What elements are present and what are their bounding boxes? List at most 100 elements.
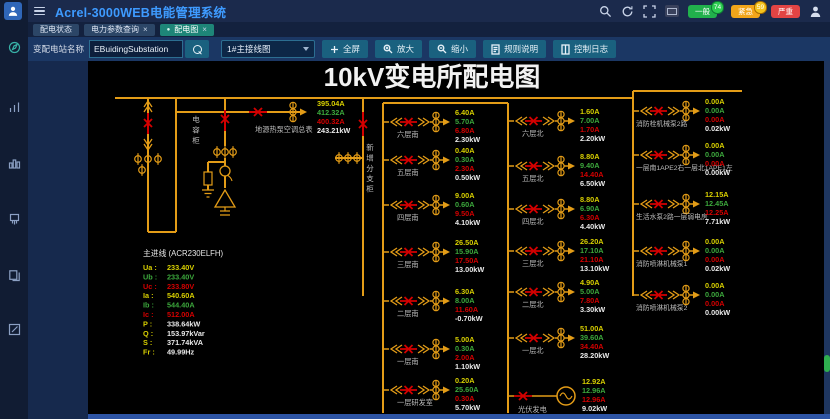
sidebar-item-documents[interactable] — [7, 268, 22, 283]
diagram-select[interactable]: 1#主接线图 — [221, 40, 315, 58]
branch-value: 0.00A — [705, 141, 725, 150]
tab-distribution-diagram[interactable]: ● 配电图 × — [160, 24, 214, 36]
ct-symbol — [220, 166, 230, 176]
control-log-button[interactable]: 控制日志 — [553, 40, 616, 58]
branch-value: 13.10kW — [580, 264, 609, 273]
branch-value: 34.40A — [580, 342, 604, 351]
isolator-chevrons-icon — [668, 107, 679, 115]
ct-symbol — [227, 175, 232, 181]
new-branch-label: 支 — [366, 173, 374, 183]
tab-label: 电力参数查询 — [91, 24, 139, 35]
meter-row-label: Ib : — [143, 301, 154, 310]
sidebar-item-device[interactable] — [7, 212, 22, 227]
branch-value: 2.30A — [455, 164, 475, 173]
flow-arrow-icon — [568, 248, 575, 255]
vertical-scrollbar-thumb[interactable] — [824, 355, 830, 372]
branch-value: 9.50A — [455, 209, 475, 218]
meter-row-label: Q : — [143, 329, 153, 338]
alarm-label: 紧急 — [738, 6, 753, 17]
branch-value: 0.00A — [705, 299, 725, 308]
rules-description-button[interactable]: 规则说明 — [483, 40, 546, 58]
fullscreen-icon[interactable] — [643, 5, 656, 18]
branch-value: 0.00kW — [705, 168, 730, 177]
zoom-out-icon — [437, 44, 447, 54]
horizontal-scrollbar[interactable] — [88, 414, 830, 419]
branch-value: 0.00A — [705, 281, 725, 290]
ground-symbol — [202, 190, 214, 197]
isolator-chevrons-icon — [418, 297, 429, 305]
station-search-button[interactable] — [185, 40, 209, 58]
meter-row-value: 233.40V — [167, 272, 194, 281]
branch-value: 26.20A — [580, 237, 604, 246]
diagram-title: 10kV变电所配电图 — [324, 62, 541, 92]
menu-toggle-icon[interactable] — [34, 7, 45, 16]
branch-value: 28.20kW — [580, 351, 609, 360]
meter-row-value: 371.74kVA — [167, 338, 204, 347]
flow-arrow-icon — [300, 109, 307, 116]
meter-row-label: Ia : — [143, 291, 154, 300]
branch-value: 1.10kW — [455, 362, 480, 371]
sidebar-item-analytics[interactable] — [7, 156, 22, 171]
active-dot-icon: ● — [167, 27, 171, 33]
left-sidebar — [0, 0, 28, 419]
alarm-level-urgent[interactable]: 紧急 59 — [731, 5, 760, 18]
branch-value: 0.60A — [455, 200, 475, 209]
sidebar-item-bar-chart[interactable] — [7, 100, 22, 115]
branch-value: 0.50kW — [455, 173, 480, 182]
avatar[interactable] — [4, 2, 22, 20]
alarm-label: 一般 — [695, 6, 710, 17]
branch-label: 四层南 — [397, 213, 419, 222]
tab-power-parameter-query[interactable]: 电力参数查询 × — [84, 24, 155, 36]
branch-value: 7.00A — [580, 116, 600, 125]
branch-value: 6.90A — [580, 204, 600, 213]
branch-value: 17.10A — [580, 246, 604, 255]
alarm-label: 严重 — [778, 6, 793, 17]
close-icon[interactable]: × — [202, 25, 207, 34]
isolator-chevrons-icon — [543, 334, 554, 342]
top-navbar: Acrel-3000WEB电能管理系统 一般 74 紧急 59 严重 — [0, 0, 830, 22]
panel-icon[interactable] — [665, 5, 679, 17]
meter-row-label: S : — [143, 338, 152, 347]
meter-row-label: Ua : — [143, 263, 157, 272]
branch-value: 4.40kW — [580, 222, 605, 231]
meter-row-label: P : — [143, 319, 152, 328]
tab-bar: 配电状态 电力参数查询 × ● 配电图 × — [28, 22, 830, 37]
flow-arrow-icon — [568, 289, 575, 296]
branch-label: 三层南 — [397, 260, 419, 269]
fullscreen-button[interactable]: 全屏 — [322, 40, 368, 58]
branch-value: 21.10A — [580, 255, 604, 264]
branch-value: 5.70A — [455, 117, 475, 126]
flow-arrow-icon — [443, 298, 450, 305]
diagram-toolbar: 变配电站名称 1#主接线图 全屏 放大 缩小 规则说明 控制日志 — [28, 37, 830, 61]
branch-value: 0.00A — [705, 115, 725, 124]
button-label: 放大 — [397, 43, 414, 55]
sidebar-item-edit[interactable] — [7, 322, 22, 337]
branch-value: 8.80A — [580, 152, 600, 161]
branch-value: 0.00A — [705, 150, 725, 159]
search-icon[interactable] — [599, 5, 612, 18]
tab-distribution-status[interactable]: 配电状态 — [33, 24, 79, 36]
meter-row-label: Ub : — [143, 272, 157, 281]
branch-value: 17.50A — [455, 256, 479, 265]
branch-label: 四层北 — [522, 217, 544, 226]
chevron-down-icon — [303, 47, 309, 51]
branch-value: 0.30A — [455, 394, 475, 403]
alarm-level-severe[interactable]: 严重 — [771, 5, 800, 18]
meter-row-label: Fr : — [143, 348, 155, 357]
zoom-out-button[interactable]: 缩小 — [429, 40, 476, 58]
close-icon[interactable]: × — [143, 25, 148, 34]
single-line-diagram-canvas[interactable]: 10kV变电所配电图电容柜地源热泵空调总表395.04A412.32A400.3… — [88, 61, 824, 414]
refresh-icon[interactable] — [621, 5, 634, 18]
flow-arrow-icon — [443, 387, 450, 394]
user-icon[interactable] — [809, 5, 822, 18]
sidebar-item-monitor[interactable] — [7, 40, 22, 55]
branch-value: 51.00A — [580, 324, 604, 333]
substation-diagram[interactable]: 10kV变电所配电图电容柜地源热泵空调总表395.04A412.32A400.3… — [88, 61, 824, 414]
alarm-level-general[interactable]: 一般 74 — [688, 5, 717, 18]
station-name-input[interactable] — [89, 40, 183, 58]
acrel-web-app: Acrel-3000WEB电能管理系统 一般 74 紧急 59 严重 — [0, 0, 830, 419]
flow-arrow-icon — [568, 118, 575, 125]
branch-label: 一层南 — [397, 357, 419, 366]
zoom-in-button[interactable]: 放大 — [375, 40, 422, 58]
branch-value: -0.70kW — [455, 314, 483, 323]
